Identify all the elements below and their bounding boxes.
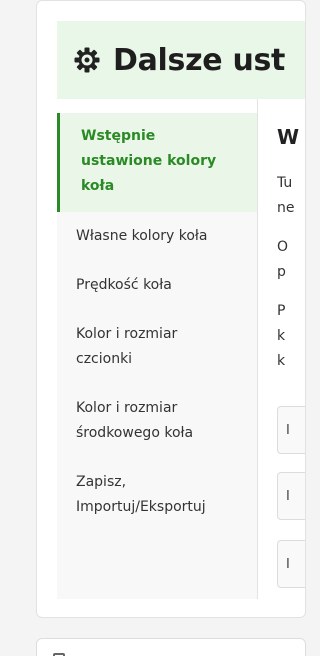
content-paragraph: Tu ne <box>277 175 295 216</box>
page-title: Dalsze ust <box>113 42 286 78</box>
preset-option-label: I <box>286 422 290 438</box>
preset-option[interactable]: I <box>277 540 305 588</box>
content-paragraph: O p <box>277 239 289 280</box>
sidebar-item-label: Prędkość koła <box>76 277 172 293</box>
preset-option-label: I <box>286 556 290 572</box>
sidebar-item-wheel-speed[interactable]: Prędkość koła <box>57 261 257 310</box>
sidebar-item-label: Zapisz, Importuj/Eksportuj <box>76 474 206 515</box>
sidebar-item-font[interactable]: Kolor i rozmiar czcionki <box>57 310 257 384</box>
gear-icon <box>74 47 100 73</box>
settings-header: Dalsze ust <box>57 21 305 99</box>
sidebar-item-preset-colors[interactable]: Wstępnie ustawione kolory koła <box>57 113 257 212</box>
next-card <box>36 638 306 656</box>
settings-sidebar: Wstępnie ustawione kolory koła Własne ko… <box>57 113 257 599</box>
sidebar-item-label: Własne kolory koła <box>76 228 208 244</box>
settings-content: W Tu ne O p P k k I I I <box>277 113 305 599</box>
preset-option[interactable]: I <box>277 472 305 520</box>
preset-option-label: I <box>286 488 290 504</box>
section-heading: W <box>277 125 300 149</box>
sidebar-item-label: Kolor i rozmiar środkowego koła <box>76 400 194 441</box>
settings-card: Dalsze ust Wstępnie ustawione kolory koł… <box>36 0 306 618</box>
content-paragraph: P k k <box>277 303 286 369</box>
sidebar-item-save-import-export[interactable]: Zapisz, Importuj/Eksportuj <box>57 458 257 532</box>
sidebar-item-custom-colors[interactable]: Własne kolory koła <box>57 212 257 261</box>
sidebar-item-center-circle[interactable]: Kolor i rozmiar środkowego koła <box>57 384 257 458</box>
sidebar-item-label: Kolor i rozmiar czcionki <box>76 326 178 367</box>
sidebar-divider <box>257 99 258 599</box>
sidebar-item-label: Wstępnie ustawione kolory koła <box>81 128 217 194</box>
preset-option[interactable]: I <box>277 406 305 454</box>
